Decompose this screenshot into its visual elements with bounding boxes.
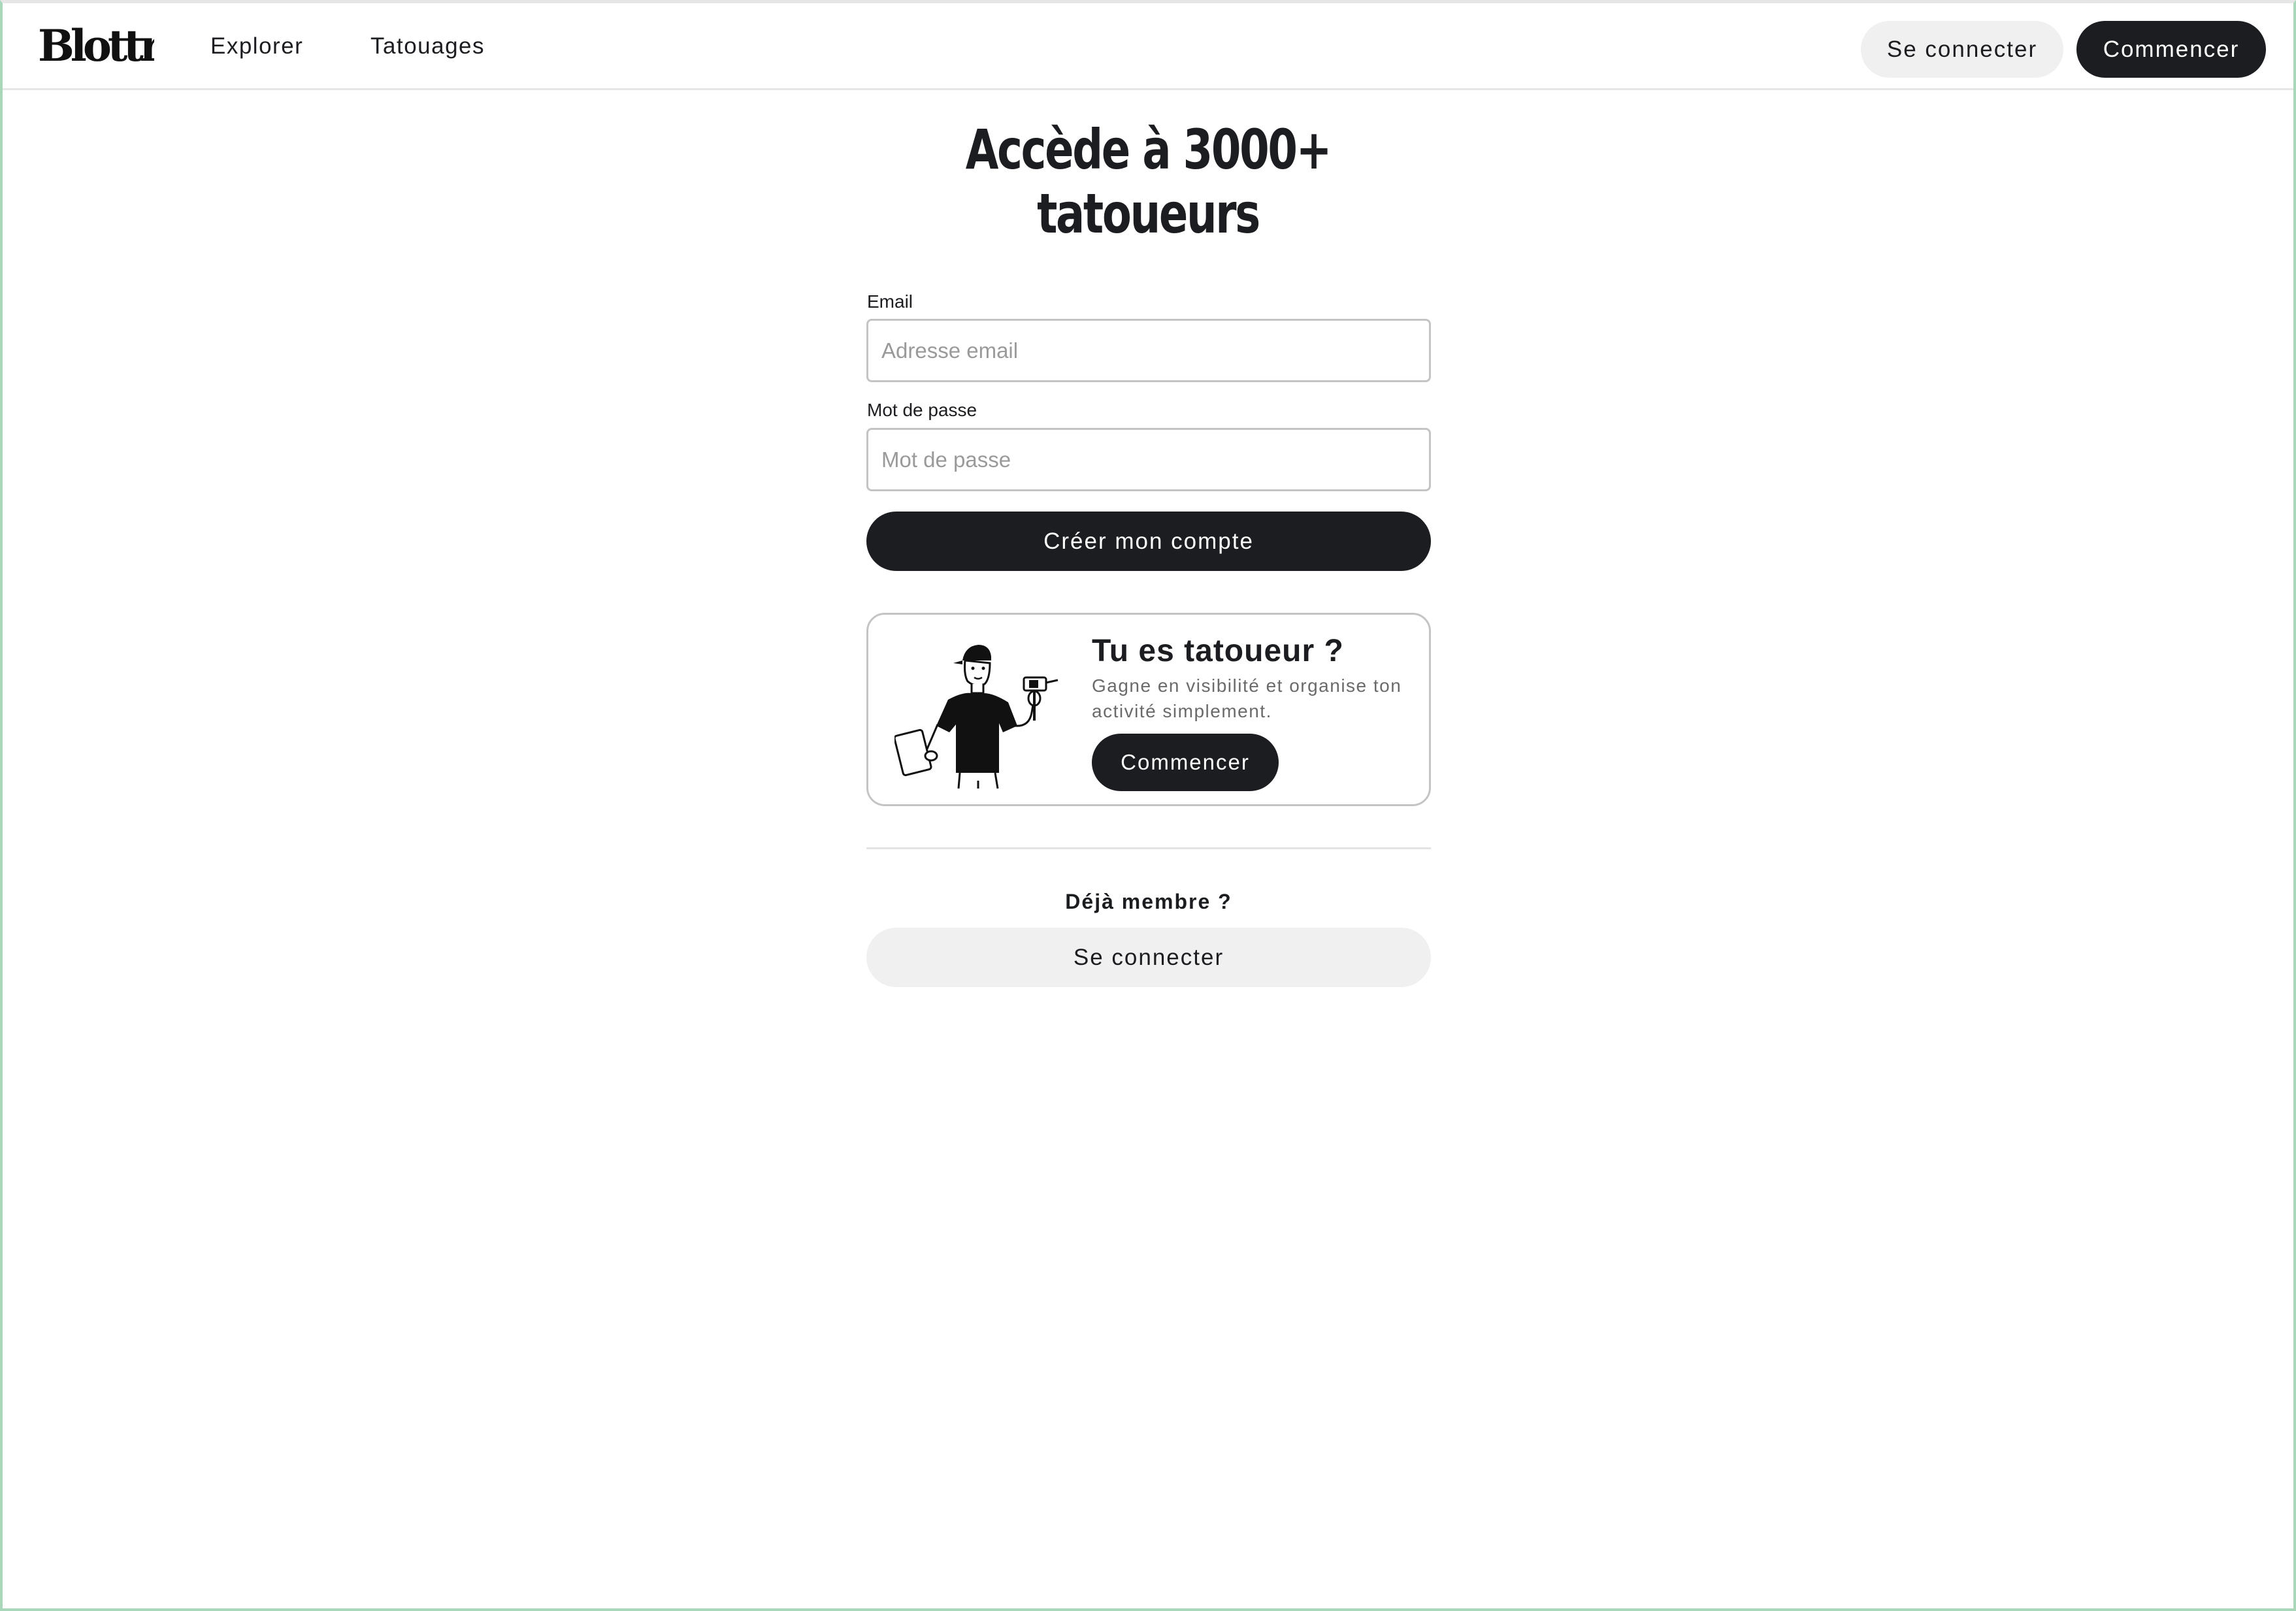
card-description: Gagne en visibilité et organise ton acti… [1092, 675, 1402, 721]
already-member-text: Déjà membre ? [1065, 890, 1232, 913]
create-account-button[interactable]: Créer mon compte [866, 512, 1431, 571]
tattoo-artist-illustration-icon [894, 645, 1058, 789]
header-login-button[interactable]: Se connecter [1861, 21, 2063, 78]
card-start-button[interactable]: Commencer [1092, 734, 1279, 791]
card-title: Tu es tatoueur ? [1092, 634, 1344, 668]
email-label: Email [867, 291, 913, 312]
top-navigation-bar: Blottr Explorer Tatouages Se connecter C… [3, 3, 2293, 90]
page-title: Accède à 3000+ tatoueurs [893, 118, 1403, 246]
svg-text:Blottr: Blottr [38, 20, 154, 71]
section-divider [866, 847, 1431, 849]
email-input[interactable] [866, 319, 1431, 382]
footer-login-button[interactable]: Se connecter [866, 928, 1431, 987]
password-label: Mot de passe [867, 400, 977, 420]
page-title-line-2: tatoueurs [1037, 182, 1260, 246]
password-input[interactable] [866, 428, 1431, 491]
page-title-line-1: Accède à 3000+ [965, 118, 1332, 182]
blottr-logo[interactable]: Blottr [37, 19, 154, 71]
tattoo-artist-card: Tu es tatoueur ? Gagne en visibilité et … [866, 613, 1431, 806]
header-start-button[interactable]: Commencer [2076, 21, 2266, 78]
nav-tatouages-link[interactable]: Tatouages [370, 33, 485, 59]
nav-explorer-link[interactable]: Explorer [210, 33, 303, 59]
